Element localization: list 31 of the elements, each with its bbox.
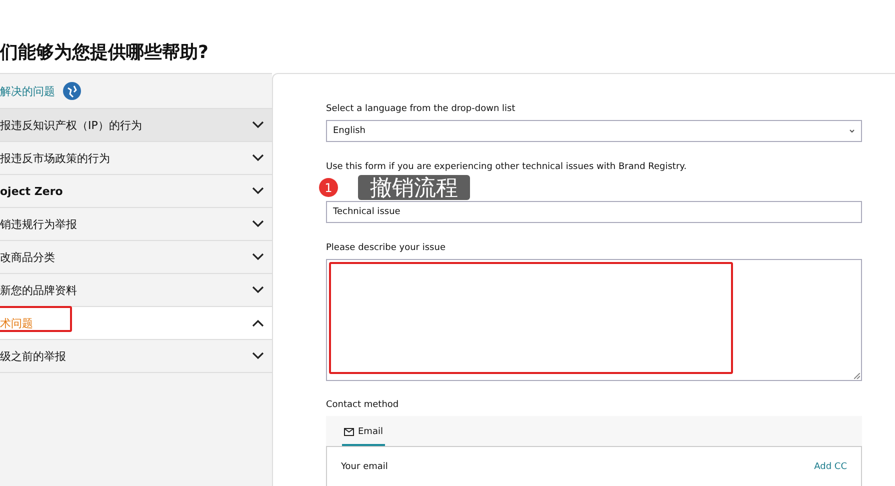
chevron-icon [252,286,264,294]
sidebar-item[interactable]: 报违反知识产权（IP）的行为 [0,109,272,142]
field-label: Select a language from the drop-down list [326,104,516,115]
step-badge: 1 [319,178,338,197]
sidebar-item[interactable]: 级之前的举报 [0,340,272,373]
caret-icon [849,128,855,134]
sidebar-item[interactable]: oject Zero [0,175,272,208]
resize-grip-icon [854,373,860,379]
chevron-icon [252,220,264,228]
sidebar-header: 解决的问题 [0,84,55,98]
sidebar-item[interactable]: 改商品分类 [0,241,272,274]
annotation-label: 撤销流程 [358,175,470,200]
input-field[interactable]: Technical issue [326,201,862,223]
intro-text: Use this form if you are experiencing other technical issues with Brand Registry. [326,162,687,173]
chevron-icon [252,121,264,129]
sidebar-item[interactable]: 报违反市场政策的行为 [0,142,272,175]
highlight-frame [0,306,72,332]
field-label: Your email [341,462,388,472]
language-dropdown[interactable]: English [326,120,862,142]
chevron-icon [252,253,264,261]
chevron-icon [252,352,264,360]
sidebar-item[interactable]: 销违规行为举报 [0,208,272,241]
add-cc-link[interactable]: Add CC [814,462,847,472]
field-label: Contact method [326,400,399,411]
chevron-icon [252,187,264,195]
description-textarea[interactable] [326,259,862,381]
mail-icon [344,428,354,436]
chevron-icon [252,319,264,327]
chevron-icon [252,154,264,162]
contact-tab[interactable]: Email [342,427,385,446]
field-label: Please describe your issue [326,243,446,254]
